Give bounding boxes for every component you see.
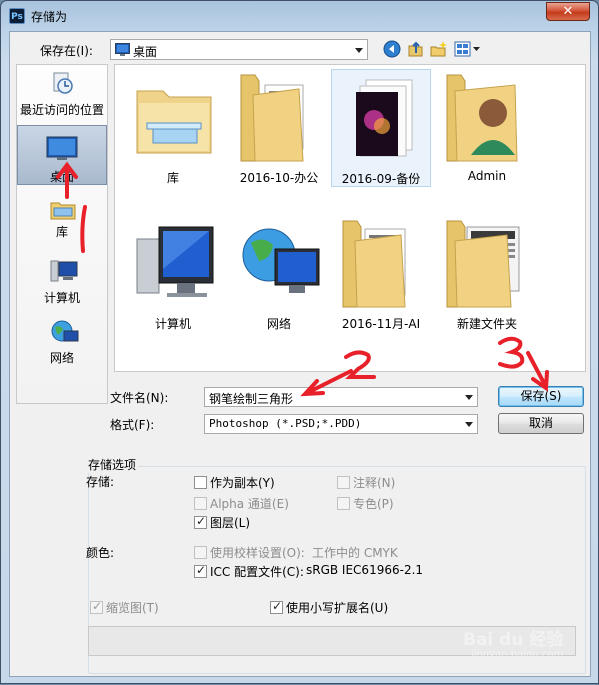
annotation-mark-1 xyxy=(80,205,87,253)
annotation-overlay xyxy=(56,161,549,397)
annotation-mark-3 xyxy=(498,336,525,369)
save-as-dialog: Ps 存储为 ✕ 保存在(I): 桌面 最近访问的位置 桌面 库 计算机 网络 … xyxy=(0,0,599,684)
baidu-watermark: Bai du 经验 xyxy=(463,630,564,650)
baidu-watermark-url: jingyan.baidu.com xyxy=(471,649,564,660)
